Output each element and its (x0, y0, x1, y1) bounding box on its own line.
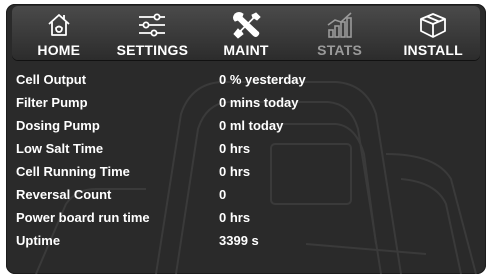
top-nav-bar: HOME SETTINGS MAINT STATS INSTALL (12, 6, 480, 60)
stat-row-cell-output: Cell Output 0 % yesterday (6, 68, 486, 91)
stat-row-filter-pump: Filter Pump 0 mins today (6, 91, 486, 114)
controller-panel: HOME SETTINGS MAINT STATS INSTALL Cell O… (6, 4, 486, 274)
stat-label: Reversal Count (16, 187, 112, 202)
stat-value: 0 hrs (219, 164, 251, 179)
stat-label: Low Salt Time (16, 141, 104, 156)
stat-value: 0 (219, 187, 227, 202)
stat-value: 0 hrs (219, 141, 251, 156)
stat-row-low-salt-time: Low Salt Time 0 hrs (6, 137, 486, 160)
stat-row-dosing-pump: Dosing Pump 0 ml today (6, 114, 486, 137)
nav-stats-label: STATS (317, 42, 362, 58)
stat-label: Filter Pump (16, 95, 88, 110)
nav-stats[interactable]: STATS (293, 6, 387, 60)
home-icon (48, 14, 70, 36)
stat-label: Cell Running Time (16, 164, 130, 179)
stat-value: 0 hrs (219, 210, 251, 225)
stat-value: 3399 s (219, 233, 259, 248)
stat-label: Cell Output (16, 72, 87, 87)
nav-settings[interactable]: SETTINGS (106, 6, 200, 60)
bar-chart-icon (327, 12, 352, 38)
nav-home[interactable]: HOME (12, 6, 106, 60)
box-icon (420, 13, 447, 38)
stat-label: Uptime (16, 233, 61, 248)
stat-value: 0 ml today (219, 118, 284, 133)
nav-maint[interactable]: MAINT (199, 6, 293, 60)
stat-row-uptime: Uptime 3399 s (6, 229, 486, 252)
stat-value: 0 mins today (219, 95, 299, 110)
stat-label: Power board run time (16, 210, 150, 225)
stats-list: Cell Output 0 % yesterday Filter Pump 0 … (6, 68, 486, 252)
stat-value: 0 % yesterday (219, 72, 306, 87)
stat-row-cell-running-time: Cell Running Time 0 hrs (6, 160, 486, 183)
nav-install-label: INSTALL (403, 42, 463, 58)
stat-label: Dosing Pump (16, 118, 100, 133)
nav-maint-label: MAINT (223, 42, 269, 58)
stat-row-power-board-run-time: Power board run time 0 hrs (6, 206, 486, 229)
screen: HOME SETTINGS MAINT STATS INSTALL Cell O… (0, 0, 492, 277)
wrench-screwdriver-icon (232, 12, 261, 39)
nav-install[interactable]: INSTALL (386, 6, 480, 60)
sliders-icon (139, 13, 166, 37)
stat-row-reversal-count: Reversal Count 0 (6, 183, 486, 206)
nav-home-label: HOME (37, 42, 81, 58)
nav-settings-label: SETTINGS (116, 42, 189, 58)
